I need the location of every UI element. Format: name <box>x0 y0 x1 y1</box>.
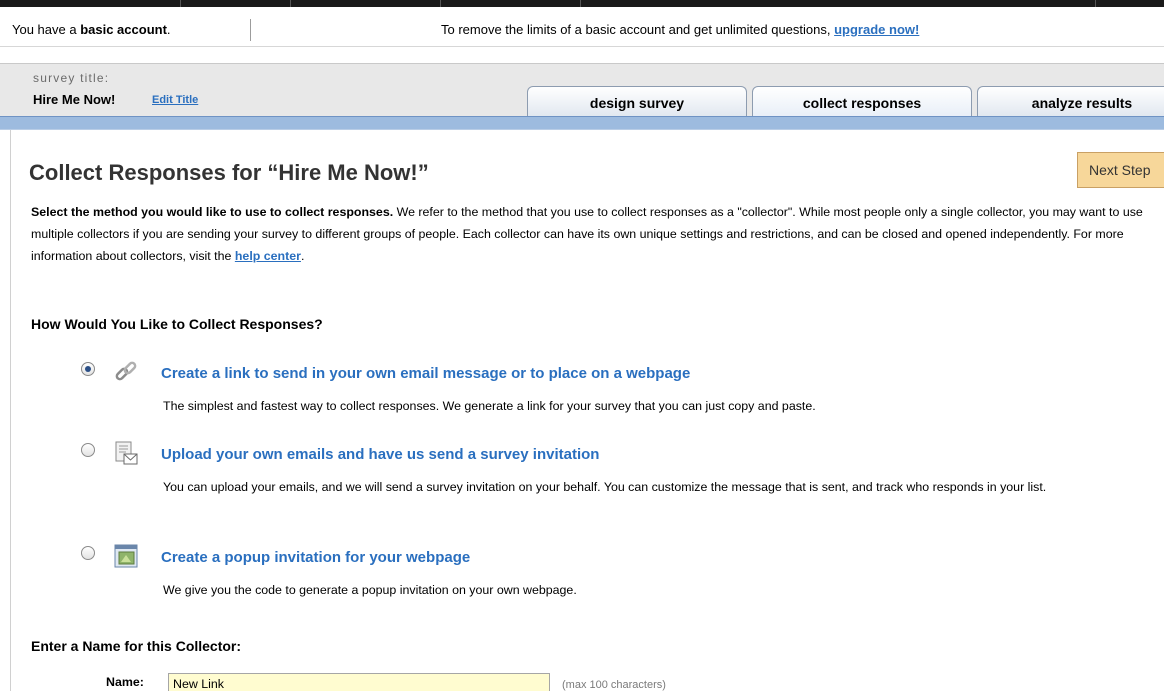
account-type: basic account <box>80 22 167 37</box>
method-link-radio[interactable] <box>81 362 95 376</box>
method-email-description: You can upload your emails, and we will … <box>163 480 1047 494</box>
link-icon <box>113 359 139 385</box>
method-popup-title[interactable]: Create a popup invitation for your webpa… <box>161 549 470 566</box>
tab-bar-rule <box>0 116 1164 130</box>
collector-name-label: Name: <box>106 675 144 689</box>
upgrade-notice: To remove the limits of a basic account … <box>441 22 920 37</box>
tab-collect-responses[interactable]: collect responses <box>752 86 972 118</box>
main-content: Collect Responses for “Hire Me Now!” Nex… <box>10 130 1164 691</box>
collector-name-hint: (max 100 characters) <box>562 679 666 691</box>
account-status: You have a basic account. <box>12 22 171 37</box>
page-title: Collect Responses for “Hire Me Now!” <box>29 160 429 185</box>
method-popup-radio[interactable] <box>81 546 95 560</box>
collect-method-heading: How Would You Like to Collect Responses? <box>31 316 323 332</box>
method-popup-description: We give you the code to generate a popup… <box>163 583 577 597</box>
upgrade-link[interactable]: upgrade now! <box>834 22 919 37</box>
email-list-icon <box>113 440 139 466</box>
popup-window-icon <box>113 543 139 569</box>
survey-title-label: survey title: <box>33 71 110 85</box>
method-email-radio[interactable] <box>81 443 95 457</box>
survey-title: Hire Me Now! <box>33 92 116 107</box>
next-step-button[interactable]: Next Step <box>1077 152 1164 188</box>
help-center-link[interactable]: help center <box>235 249 301 263</box>
tab-design-survey[interactable]: design survey <box>527 86 747 118</box>
tab-analyze-results[interactable]: analyze results <box>977 86 1164 118</box>
intro-paragraph: Select the method you would like to use … <box>31 205 1143 263</box>
method-link-description: The simplest and fastest way to collect … <box>163 399 816 413</box>
collector-name-heading: Enter a Name for this Collector: <box>31 638 242 654</box>
method-link-title[interactable]: Create a link to send in your own email … <box>161 365 690 382</box>
account-notice-bar: You have a basic account. To remove the … <box>0 7 1164 47</box>
edit-title-link[interactable]: Edit Title <box>152 94 198 106</box>
top-strip <box>0 0 1164 7</box>
divider <box>250 19 251 41</box>
collector-name-input[interactable] <box>168 673 550 691</box>
method-email-title[interactable]: Upload your own emails and have us send … <box>161 446 599 463</box>
